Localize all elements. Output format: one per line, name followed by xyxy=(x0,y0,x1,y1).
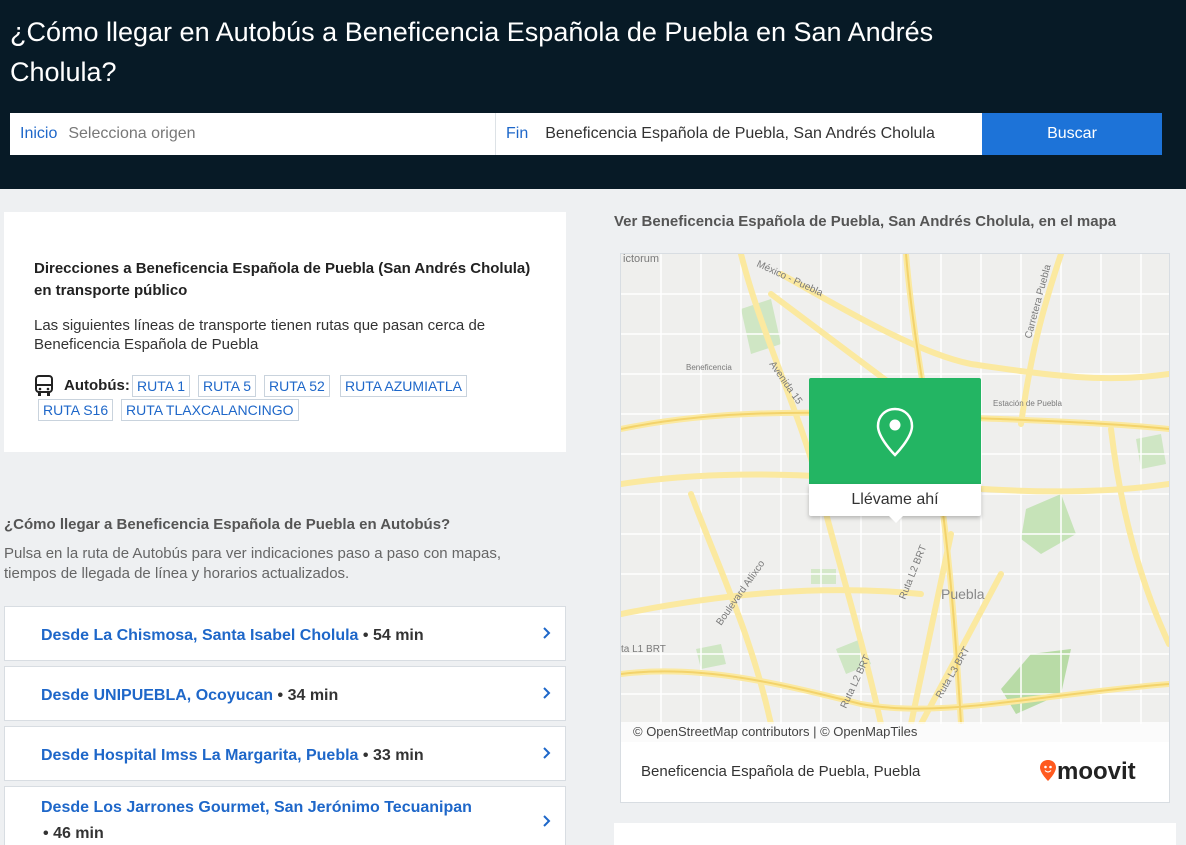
destination-label: Fin xyxy=(506,125,529,142)
route-tag[interactable]: RUTA 1 xyxy=(132,375,190,397)
route-origin-name: Desde Hospital Imss La Margarita, Puebla xyxy=(41,747,359,764)
route-tag[interactable]: RUTA 5 xyxy=(198,375,256,397)
moovit-wordmark: moovit xyxy=(1057,758,1136,785)
route-origin-name: Desde La Chismosa, Santa Isabel Cholula xyxy=(41,627,359,644)
bus-icon xyxy=(35,375,53,396)
take-me-there-label: Llévame ahí xyxy=(851,491,939,508)
route-list-item[interactable]: Desde UNIPUEBLA, Ocoyucan • 34 min xyxy=(4,666,566,721)
origin-label: Inicio xyxy=(20,125,58,142)
route-duration: 46 min xyxy=(53,825,104,842)
take-me-there-button[interactable]: Llévame ahí xyxy=(809,484,981,516)
map-attribution[interactable]: © OpenStreetMap contributors | © OpenMap… xyxy=(621,722,1169,742)
route-duration: 54 min xyxy=(372,627,424,644)
section-title: ¿Cómo llegar a Beneficencia Española de … xyxy=(4,516,451,533)
search-bar: Inicio Fin Buscar xyxy=(10,113,1162,155)
separator-dot: • xyxy=(362,747,369,764)
route-duration: 34 min xyxy=(287,687,339,704)
route-origin-name: Desde Los Jarrones Gourmet, San Jerónimo… xyxy=(41,799,472,816)
origin-field[interactable]: Inicio xyxy=(10,113,496,155)
directions-card: Direcciones a Beneficencia Española de P… xyxy=(4,212,566,452)
destination-field[interactable]: Fin xyxy=(496,113,982,155)
bus-label: Autobús: xyxy=(64,377,130,394)
next-card xyxy=(614,823,1176,845)
directions-title: Direcciones a Beneficencia Española de P… xyxy=(34,260,531,299)
route-list-item[interactable]: Desde Los Jarrones Gourmet, San Jerónimo… xyxy=(4,786,566,845)
route-tag[interactable]: RUTA 52 xyxy=(264,375,330,397)
chevron-right-icon xyxy=(543,747,551,759)
map-label: ictorum xyxy=(623,254,659,265)
map-label: Puebla xyxy=(941,586,985,602)
popup-pointer xyxy=(887,514,905,523)
route-list-item[interactable]: Desde La Chismosa, Santa Isabel Cholula … xyxy=(4,606,566,661)
origin-input[interactable] xyxy=(68,114,469,154)
separator-dot: • xyxy=(362,627,369,644)
map-heading: Ver Beneficencia Española de Puebla, San… xyxy=(614,213,1117,230)
separator-dot: • xyxy=(43,825,49,842)
popup-header[interactable] xyxy=(809,378,981,484)
route-list-item[interactable]: Desde Hospital Imss La Margarita, Puebla… xyxy=(4,726,566,781)
destination-input[interactable] xyxy=(545,114,982,154)
map-label: ta L1 BRT xyxy=(621,644,666,655)
map-location-name: Beneficencia Española de Puebla, Puebla xyxy=(641,763,921,780)
map-footer: Beneficencia Española de Puebla, Puebla … xyxy=(621,742,1169,802)
chevron-right-icon xyxy=(543,627,551,639)
route-duration: 33 min xyxy=(372,747,424,764)
section-text: Pulsa en la ruta de Autobús para ver ind… xyxy=(4,545,501,582)
route-origin-name: Desde UNIPUEBLA, Ocoyucan xyxy=(41,687,274,704)
separator-dot: • xyxy=(277,687,284,704)
chevron-right-icon xyxy=(543,815,551,827)
location-pin-icon xyxy=(876,407,914,457)
map-popup[interactable]: Llévame ahí xyxy=(809,378,981,523)
page-title: ¿Cómo llegar en Autobús a Beneficencia E… xyxy=(10,17,934,87)
map-label: Estación de Puebla xyxy=(993,399,1062,408)
search-button[interactable]: Buscar xyxy=(982,113,1162,155)
chevron-right-icon xyxy=(543,687,551,699)
map[interactable]: ictorum México - Puebla Carretera Puebla… xyxy=(620,253,1170,803)
map-label: Beneficencia xyxy=(686,363,732,372)
route-tag[interactable]: RUTA AZUMIATLA xyxy=(340,375,467,397)
directions-text: Las siguientes líneas de transporte tien… xyxy=(34,317,486,353)
route-tag[interactable]: RUTA S16 xyxy=(38,399,114,421)
moovit-logo[interactable]: moovit xyxy=(1039,756,1151,786)
page-header: ¿Cómo llegar en Autobús a Beneficencia E… xyxy=(0,0,1186,189)
route-tag[interactable]: RUTA TLAXCALANCINGO xyxy=(121,399,299,421)
